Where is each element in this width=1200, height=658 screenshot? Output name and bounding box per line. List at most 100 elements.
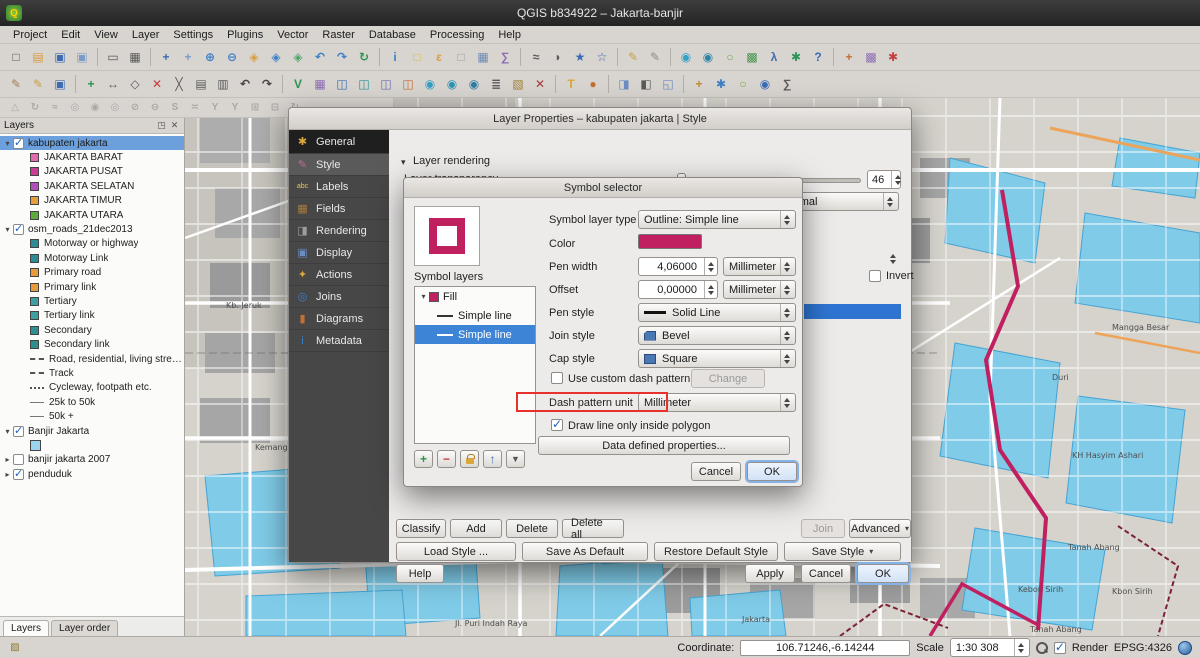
metasearch-catalog-icon[interactable]: ◉ <box>755 74 775 94</box>
lp-tab-actions[interactable]: ✦Actions <box>289 264 389 286</box>
osm-search-icon[interactable]: ○ <box>720 47 740 67</box>
select-by-expression-icon[interactable]: ε <box>429 47 449 67</box>
scale-combo[interactable]: 1:30 308 <box>950 638 1030 657</box>
symbol-layer-type-combo[interactable]: Outline: Simple line <box>638 210 796 229</box>
magnifier-icon[interactable] <box>1036 642 1048 654</box>
lock-color-button[interactable] <box>460 450 479 468</box>
layer-item[interactable]: banjir jakarta 2007 <box>0 453 184 467</box>
selected-class-row[interactable] <box>804 304 901 319</box>
lp-tab-diagrams[interactable]: ▮Diagrams <box>289 308 389 330</box>
cancel-button[interactable]: Cancel <box>801 564 851 583</box>
text-annotation-icon[interactable]: ✎ <box>623 47 643 67</box>
pan-to-selection-icon[interactable]: + <box>178 47 198 67</box>
open-project-icon[interactable]: ▤ <box>28 47 48 67</box>
layer-checkbox[interactable] <box>13 224 24 235</box>
add-symbol-layer-button[interactable]: + <box>414 450 433 468</box>
symbol-layer-item-fill[interactable]: Fill <box>415 287 535 306</box>
copy-features-icon[interactable]: ▤ <box>191 74 211 94</box>
lp-tab-style[interactable]: ✎Style <box>289 154 389 176</box>
menu-help[interactable]: Help <box>491 28 528 42</box>
zoom-in-icon[interactable]: ⊕ <box>200 47 220 67</box>
refresh-map-icon[interactable]: ↻ <box>354 47 374 67</box>
menu-raster[interactable]: Raster <box>315 28 361 42</box>
new-bookmark-icon[interactable]: ★ <box>570 47 590 67</box>
menu-database[interactable]: Database <box>362 28 423 42</box>
lp-tab-fields[interactable]: ▦Fields <box>289 198 389 220</box>
zoom-to-selection-icon[interactable]: ◈ <box>266 47 286 67</box>
select-features-icon[interactable]: □ <box>407 47 427 67</box>
advanced-button[interactable]: Advanced <box>849 519 911 538</box>
paste-features-icon[interactable]: ▥ <box>213 74 233 94</box>
messages-log-icon[interactable]: ▨ <box>8 641 22 655</box>
pen-style-combo[interactable]: Solid Line <box>638 303 796 322</box>
remove-layer-group-icon[interactable]: ✕ <box>530 74 550 94</box>
symbol-layer-item-simple-line-selected[interactable]: Simple line <box>415 325 535 344</box>
add-oracle-layer-icon[interactable]: ◫ <box>398 74 418 94</box>
symbol-layer-item-simple-line[interactable]: Simple line <box>415 306 535 325</box>
toggle-editing-icon[interactable]: ✎ <box>28 74 48 94</box>
layer-diagram-options-icon[interactable]: ● <box>583 74 603 94</box>
coordinate-field[interactable]: 106.71246,-6.14244 <box>740 640 910 656</box>
expander-icon[interactable] <box>2 455 13 464</box>
save-project-icon[interactable]: ▣ <box>50 47 70 67</box>
zoom-last-icon[interactable]: ↶ <box>310 47 330 67</box>
custom-dash-checkbox[interactable] <box>551 372 563 384</box>
apply-button[interactable]: Apply <box>745 564 795 583</box>
render-checkbox[interactable] <box>1054 642 1066 654</box>
add-postgis-layer-icon[interactable]: ◫ <box>332 74 352 94</box>
layer-labeling-icon[interactable]: T <box>561 74 581 94</box>
pen-width-unit-combo[interactable]: Millimeter <box>723 257 796 276</box>
node-tool-icon[interactable]: ◇ <box>125 74 145 94</box>
show-all-layers-icon[interactable]: ◨ <box>614 74 634 94</box>
help-contents-icon[interactable]: ? <box>808 47 828 67</box>
new-project-icon[interactable]: □ <box>6 47 26 67</box>
tab-layer-order[interactable]: Layer order <box>51 620 118 636</box>
menu-edit[interactable]: Edit <box>54 28 87 42</box>
save-as-default-button[interactable]: Save As Default <box>522 542 648 561</box>
expander-icon[interactable] <box>2 427 13 436</box>
layer-checkbox[interactable] <box>13 454 24 465</box>
new-composer-icon[interactable]: ▭ <box>103 47 123 67</box>
panel-float-icon[interactable]: ◳ <box>156 120 167 131</box>
restore-default-style-button[interactable]: Restore Default Style <box>654 542 778 561</box>
cap-style-combo[interactable]: Square <box>638 349 796 368</box>
add-wms-service-icon[interactable]: ◉ <box>420 74 440 94</box>
add-wms-layer-icon[interactable]: ◉ <box>676 47 696 67</box>
move-layer-down-button[interactable]: ▼ <box>506 450 525 468</box>
map-tips-icon[interactable]: ◗ <box>548 47 568 67</box>
delete-button[interactable]: Delete <box>506 519 558 538</box>
georeferencer-icon[interactable]: + <box>839 47 859 67</box>
data-defined-properties-button[interactable]: Data defined properties... <box>538 436 790 455</box>
save-style-button[interactable]: Save Style <box>784 542 901 561</box>
open-attribute-table-icon[interactable]: ▦ <box>473 47 493 67</box>
move-feature-icon[interactable]: ↔ <box>103 74 123 94</box>
add-wcs-layer-icon[interactable]: ◉ <box>442 74 462 94</box>
python-console-icon[interactable]: λ <box>764 47 784 67</box>
save-layer-edits-icon[interactable]: ▣ <box>50 74 70 94</box>
undo-icon[interactable]: ↶ <box>235 74 255 94</box>
menu-layer[interactable]: Layer <box>125 28 167 42</box>
invert-checkbox[interactable] <box>869 270 881 282</box>
menu-settings[interactable]: Settings <box>166 28 220 42</box>
identify-features-icon[interactable]: i <box>385 47 405 67</box>
ok-button[interactable]: OK <box>857 564 909 583</box>
processing-toolbox-icon[interactable]: ✱ <box>786 47 806 67</box>
zoom-next-icon[interactable]: ↷ <box>332 47 352 67</box>
show-bookmarks-icon[interactable]: ☆ <box>592 47 612 67</box>
offset-unit-combo[interactable]: Millimeter <box>723 280 796 299</box>
menu-plugins[interactable]: Plugins <box>220 28 270 42</box>
hide-all-layers-icon[interactable]: ◧ <box>636 74 656 94</box>
menu-processing[interactable]: Processing <box>423 28 491 42</box>
join-style-combo[interactable]: Bevel <box>638 326 796 345</box>
form-annotation-icon[interactable]: ✎ <box>645 47 665 67</box>
layer-item[interactable]: osm_roads_21dec2013 <box>0 222 184 236</box>
lp-tab-labels[interactable]: abcLabels <box>289 176 389 198</box>
measure-line-icon[interactable]: ≈ <box>526 47 546 67</box>
zoom-to-layer-icon[interactable]: ◈ <box>288 47 308 67</box>
current-edits-icon[interactable]: ✎ <box>6 74 26 94</box>
expander-icon[interactable] <box>2 139 13 148</box>
statistical-summary-icon[interactable]: ∑ <box>777 74 797 94</box>
add-wfs-service-icon[interactable]: ◉ <box>464 74 484 94</box>
color-button[interactable] <box>638 234 702 249</box>
pen-width-spinbox[interactable]: 4,06000 <box>638 257 718 276</box>
